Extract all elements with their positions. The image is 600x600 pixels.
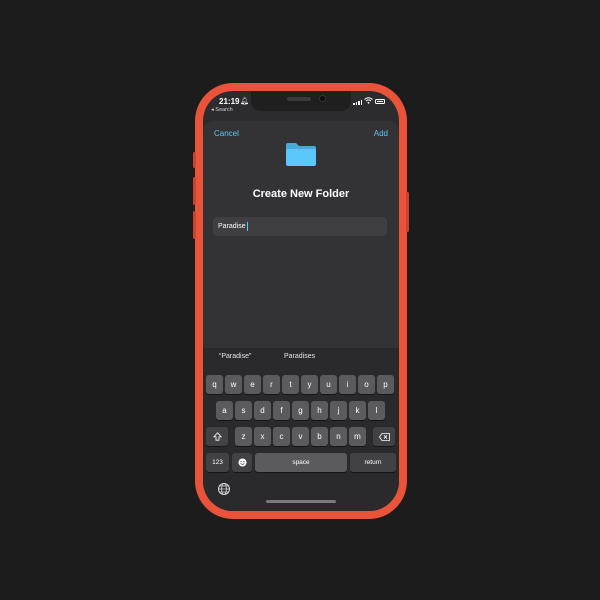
delete-icon [378,432,390,441]
suggestion-bar: “Paradise” Paradises [203,348,399,368]
key-u[interactable]: u [320,375,337,394]
key-x[interactable]: x [254,427,271,446]
key-h[interactable]: h [311,401,328,420]
front-camera [319,95,326,102]
shift-key[interactable] [206,427,228,446]
volume-down-button [193,211,196,239]
text-caret [246,221,248,231]
back-to-search-link[interactable]: ◂ Search [211,107,233,113]
bell-icon: 🔔︎ [240,98,249,105]
folder-name-value: Paradise [218,223,246,230]
folder-name-input[interactable]: Paradise [213,217,387,236]
key-k[interactable]: k [349,401,366,420]
key-p[interactable]: p [377,375,394,394]
key-w[interactable]: w [225,375,242,394]
globe-icon[interactable] [217,482,231,496]
battery-icon [375,99,385,104]
suggestion-item[interactable]: Paradises [284,353,315,360]
folder-icon [286,143,316,166]
action-button [193,152,196,168]
emoji-icon [238,458,246,467]
key-a[interactable]: a [216,401,233,420]
key-o[interactable]: o [358,375,375,394]
space-key[interactable]: space [255,453,347,472]
key-e[interactable]: e [244,375,261,394]
shift-icon [212,432,222,441]
numbers-key[interactable]: 123 [206,453,229,472]
speaker [287,97,311,101]
key-t[interactable]: t [282,375,299,394]
key-m[interactable]: m [349,427,366,446]
page-title: Create New Folder [252,188,350,200]
cancel-button[interactable]: Cancel [214,129,239,138]
key-b[interactable]: b [311,427,328,446]
keyboard: “Paradise” Paradises qwertyuiop asdfghjkl… [203,348,399,511]
key-y[interactable]: y [301,375,318,394]
home-indicator [266,500,336,503]
phone-screen: 21:19 🔔︎ ◂ Search Cancel Add Create New … [203,91,399,511]
volume-up-button [193,177,196,205]
key-r[interactable]: r [263,375,280,394]
status-time: 21:19 [219,97,240,106]
key-d[interactable]: d [254,401,271,420]
add-button[interactable]: Add [374,129,388,138]
cellular-signal-icon [353,100,362,105]
suggestion-item[interactable]: “Paradise” [219,353,251,360]
wifi-icon [364,97,373,104]
status-bar: 21:19 🔔︎ ◂ Search [203,91,399,121]
return-key[interactable]: return [350,453,396,472]
key-f[interactable]: f [273,401,290,420]
key-c[interactable]: c [273,427,290,446]
key-n[interactable]: n [330,427,347,446]
notch [251,91,351,111]
key-j[interactable]: j [330,401,347,420]
key-s[interactable]: s [235,401,252,420]
key-i[interactable]: i [339,375,356,394]
delete-key[interactable] [373,427,395,446]
key-v[interactable]: v [292,427,309,446]
emoji-key[interactable] [232,453,252,472]
power-button [406,192,409,232]
key-l[interactable]: l [368,401,385,420]
key-g[interactable]: g [292,401,309,420]
key-q[interactable]: q [206,375,223,394]
key-z[interactable]: z [235,427,252,446]
